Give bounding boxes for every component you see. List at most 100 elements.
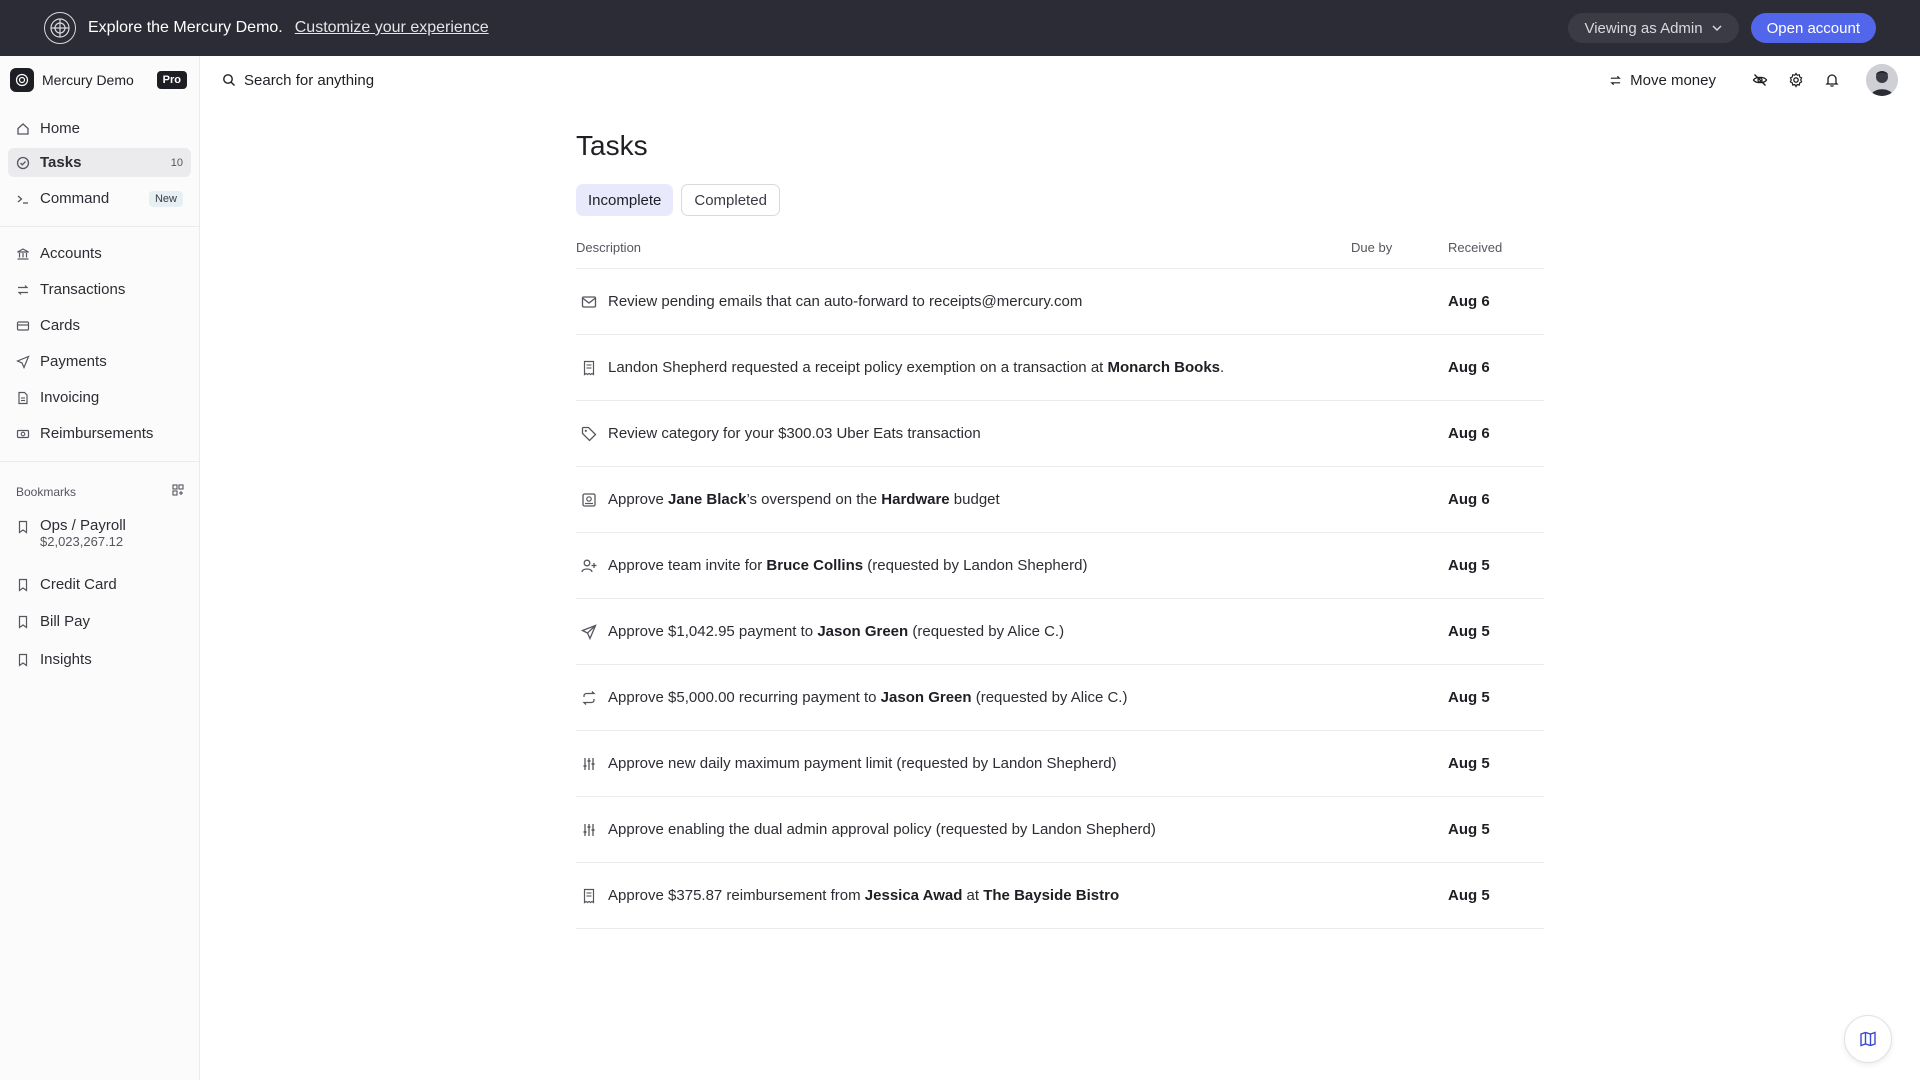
- sidebar-item-label: Invoicing: [40, 389, 100, 406]
- search-bar[interactable]: Search for anything: [222, 66, 374, 94]
- bookmark-item[interactable]: Insights: [8, 645, 191, 674]
- table-row[interactable]: Review pending emails that can auto-forw…: [576, 269, 1544, 335]
- search-icon: [223, 74, 235, 86]
- org-switcher[interactable]: Mercury Demo Pro: [0, 56, 199, 104]
- user-plus-icon: [581, 558, 597, 574]
- tab-incomplete[interactable]: Incomplete: [576, 184, 674, 216]
- task-text: Review category for your $300.03 Uber Ea…: [608, 425, 981, 442]
- bookmarks-label: Bookmarks: [16, 484, 77, 499]
- task-description: Landon Shepherd requested a receipt poli…: [608, 359, 1224, 376]
- table-row[interactable]: Approve $5,000.00 recurring payment to J…: [576, 665, 1544, 731]
- task-received-date: Aug 6: [1448, 359, 1490, 376]
- bookmark-item[interactable]: Bill Pay: [8, 607, 191, 636]
- new-badge: New: [148, 190, 183, 207]
- task-description: Approve $375.87 reimbursement from Jessi…: [608, 887, 1119, 904]
- sidebar-item-reimbursements[interactable]: Reimbursements: [8, 419, 191, 448]
- viewing-as-label: Viewing as Admin: [1584, 19, 1703, 37]
- sidebar-item-label: Reimbursements: [40, 425, 154, 442]
- repeat-icon: [581, 690, 597, 706]
- bookmark-label: Credit Card: [40, 576, 117, 593]
- viewing-as-dropdown[interactable]: Viewing as Admin: [1568, 13, 1739, 43]
- task-text: .: [1220, 359, 1225, 376]
- credit-card-icon: [16, 319, 30, 333]
- sidebar-item-label: Cards: [40, 317, 81, 334]
- task-received-date: Aug 6: [1448, 491, 1490, 508]
- sidebar-item-home[interactable]: Home: [8, 114, 191, 143]
- add-bookmark-icon[interactable]: [172, 484, 184, 499]
- tab-completed[interactable]: Completed: [681, 184, 780, 216]
- bookmark-item[interactable]: Ops / Payroll $2,023,267.12: [8, 514, 191, 556]
- task-received-date: Aug 5: [1448, 887, 1490, 904]
- bookmarks-header: Bookmarks: [16, 484, 184, 499]
- avatar[interactable]: [1866, 64, 1898, 96]
- customize-link[interactable]: Customize your experience: [295, 19, 489, 37]
- sidebar-item-command[interactable]: Command New: [8, 184, 191, 213]
- task-description: Review pending emails that can auto-forw…: [608, 293, 1082, 310]
- task-tabs: Incomplete Completed: [576, 184, 780, 216]
- task-text: Review pending emails that can auto-forw…: [608, 293, 1083, 310]
- arrows-swap-icon: [1610, 75, 1621, 85]
- arrows-swap-icon: [16, 283, 30, 297]
- sidebar-item-label: Payments: [40, 353, 107, 370]
- gear-icon[interactable]: [1788, 72, 1804, 88]
- task-text: Approve: [608, 491, 669, 508]
- task-received-date: Aug 5: [1448, 623, 1490, 640]
- sidebar-item-payments[interactable]: Payments: [8, 347, 191, 376]
- task-received-date: Aug 5: [1448, 557, 1490, 574]
- task-received-date: Aug 5: [1448, 821, 1490, 838]
- task-entity: Jason Green: [817, 623, 909, 640]
- table-row[interactable]: Approve new daily maximum payment limit …: [576, 731, 1544, 797]
- bell-icon[interactable]: [1824, 72, 1840, 88]
- sidebar-item-transactions[interactable]: Transactions: [8, 275, 191, 304]
- table-row[interactable]: Approve Jane Black’s overspend on the Ha…: [576, 467, 1544, 533]
- org-name: Mercury Demo: [42, 72, 134, 88]
- sidebar-item-invoicing[interactable]: Invoicing: [8, 383, 191, 412]
- send-icon: [16, 354, 30, 369]
- task-text: Approve enabling the dual admin approval…: [608, 821, 1156, 838]
- table-row[interactable]: Review category for your $300.03 Uber Ea…: [576, 401, 1544, 467]
- sidebar-item-cards[interactable]: Cards: [8, 311, 191, 340]
- table-row[interactable]: Approve $375.87 reimbursement from Jessi…: [576, 863, 1544, 929]
- pro-badge: Pro: [156, 71, 187, 89]
- table-row[interactable]: Approve team invite for Bruce Collins (r…: [576, 533, 1544, 599]
- task-text: Approve $375.87 reimbursement from: [608, 887, 865, 904]
- bank-icon: [16, 247, 30, 261]
- sliders-icon: [581, 822, 597, 838]
- open-account-button[interactable]: Open account: [1750, 13, 1876, 43]
- guide-map-button[interactable]: [1844, 1015, 1892, 1063]
- sidebar-item-label: Tasks: [40, 154, 82, 171]
- sidebar-item-tasks[interactable]: Tasks 10: [8, 148, 191, 177]
- eye-off-icon[interactable]: [1752, 72, 1768, 88]
- task-text: Approve $5,000.00 recurring payment to: [608, 689, 881, 706]
- task-received-date: Aug 6: [1448, 293, 1490, 310]
- task-description: Approve enabling the dual admin approval…: [608, 821, 1156, 838]
- sidebar-item-accounts[interactable]: Accounts: [8, 239, 191, 268]
- task-received-date: Aug 6: [1448, 425, 1490, 442]
- home-icon: [16, 122, 30, 136]
- table-row[interactable]: Landon Shepherd requested a receipt poli…: [576, 335, 1544, 401]
- task-text: Approve $1,042.95 payment to: [608, 623, 818, 640]
- move-money-button[interactable]: Move money: [1609, 72, 1716, 89]
- bookmark-icon: [16, 615, 30, 629]
- bookmark-label: Ops / Payroll: [40, 517, 126, 534]
- task-text: (requested by Landon Shepherd): [863, 557, 1088, 574]
- task-entity: Bruce Collins: [766, 557, 864, 574]
- task-description: Approve $5,000.00 recurring payment to J…: [608, 689, 1127, 706]
- receipt-icon: [581, 360, 597, 376]
- task-text: (requested by Alice C.): [971, 689, 1128, 706]
- task-text: Approve new daily maximum payment limit …: [608, 755, 1117, 772]
- sidebar-item-label: Transactions: [40, 281, 126, 298]
- table-row[interactable]: Approve enabling the dual admin approval…: [576, 797, 1544, 863]
- receipt-icon: [581, 888, 597, 904]
- sidebar-divider: [0, 461, 199, 462]
- bookmark-label: Insights: [40, 651, 92, 668]
- map-icon: [1860, 1031, 1876, 1047]
- cash-icon: [16, 427, 30, 441]
- bookmark-icon: [16, 578, 30, 592]
- bookmark-item[interactable]: Credit Card: [8, 570, 191, 599]
- bookmark-icon: [16, 653, 30, 667]
- task-entity: Monarch Books: [1107, 359, 1221, 376]
- table-row[interactable]: Approve $1,042.95 payment to Jason Green…: [576, 599, 1544, 665]
- org-logo-icon: [10, 68, 34, 92]
- bookmark-label: Bill Pay: [40, 613, 91, 630]
